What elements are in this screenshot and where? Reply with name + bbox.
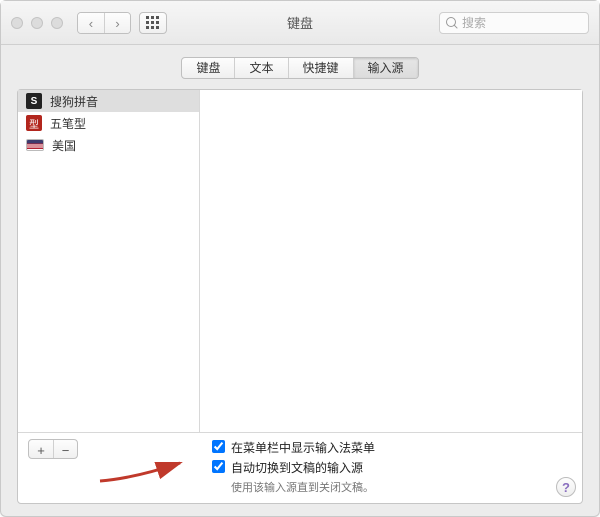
titlebar: ‹ › 键盘 xyxy=(1,1,599,45)
chevron-left-icon: ‹ xyxy=(89,16,93,31)
input-source-items: S 搜狗拼音 型 五笔型 美国 xyxy=(18,90,199,432)
input-source-row[interactable]: 型 五笔型 xyxy=(18,112,199,134)
close-icon[interactable] xyxy=(11,17,23,29)
input-source-detail xyxy=(200,90,582,432)
prefs-window: ‹ › 键盘 键盘 文本 快捷键 输入源 xyxy=(0,0,600,517)
zoom-icon[interactable] xyxy=(51,17,63,29)
tabs-row: 键盘 文本 快捷键 输入源 xyxy=(1,45,599,83)
add-remove-group: + − xyxy=(28,439,78,459)
forward-button[interactable]: › xyxy=(104,13,130,34)
input-source-list[interactable]: S 搜狗拼音 型 五笔型 美国 xyxy=(18,90,200,432)
remove-button[interactable]: − xyxy=(53,440,77,459)
options: 在菜单栏中显示输入法菜单 自动切换到文稿的输入源 使用该输入源直到关闭文稿。 xyxy=(212,439,375,495)
tab-input-sources[interactable]: 输入源 xyxy=(353,58,418,78)
split-view: S 搜狗拼音 型 五笔型 美国 xyxy=(18,90,582,432)
input-source-row[interactable]: S 搜狗拼音 xyxy=(18,90,199,112)
opt-auto-switch-help: 使用该输入源直到关闭文稿。 xyxy=(231,479,375,495)
minimize-icon[interactable] xyxy=(31,17,43,29)
tab-text[interactable]: 文本 xyxy=(234,58,287,78)
show-all-button[interactable] xyxy=(139,12,167,34)
tabs-segmented: 键盘 文本 快捷键 输入源 xyxy=(181,57,418,79)
opt-show-input-menu[interactable]: 在菜单栏中显示输入法菜单 xyxy=(212,439,375,456)
input-source-label: 搜狗拼音 xyxy=(50,93,98,110)
bottom-bar: + − 在菜单栏中显示输入法菜单 xyxy=(18,432,582,503)
grid-icon xyxy=(146,16,160,30)
search-field[interactable] xyxy=(439,12,589,34)
content-pane: S 搜狗拼音 型 五笔型 美国 + − xyxy=(17,89,583,504)
opt-show-input-menu-label: 在菜单栏中显示输入法菜单 xyxy=(231,439,375,456)
help-icon: ? xyxy=(562,480,570,495)
help-button[interactable]: ? xyxy=(556,477,576,497)
us-flag-icon xyxy=(26,139,44,151)
input-source-row[interactable]: 美国 xyxy=(18,134,199,156)
chevron-right-icon: › xyxy=(115,16,119,31)
wubi-icon: 型 xyxy=(26,115,42,131)
opt-auto-switch-label: 自动切换到文稿的输入源 xyxy=(231,459,363,476)
opt-auto-switch[interactable]: 自动切换到文稿的输入源 xyxy=(212,459,375,476)
arrow-icon xyxy=(96,453,186,489)
search-input[interactable] xyxy=(462,16,600,30)
window-controls xyxy=(11,17,63,29)
back-button[interactable]: ‹ xyxy=(78,13,104,34)
tab-keyboard[interactable]: 键盘 xyxy=(182,58,234,78)
sogou-icon: S xyxy=(26,93,42,109)
nav-buttons: ‹ › xyxy=(77,12,131,34)
search-icon xyxy=(446,17,458,29)
tab-shortcuts[interactable]: 快捷键 xyxy=(288,58,353,78)
input-source-label: 五笔型 xyxy=(50,115,86,132)
annotation-arrow xyxy=(96,447,186,487)
add-button[interactable]: + xyxy=(29,440,53,459)
checkbox-auto-switch[interactable] xyxy=(212,460,225,473)
checkbox-show-input-menu[interactable] xyxy=(212,440,225,453)
input-source-label: 美国 xyxy=(52,137,76,154)
